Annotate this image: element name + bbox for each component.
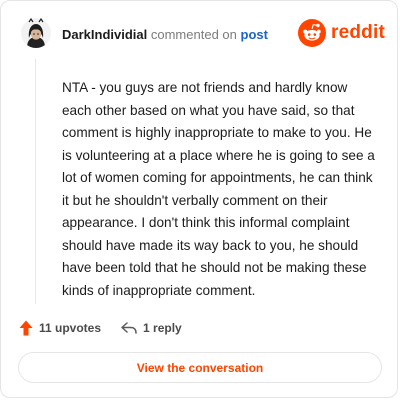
action-text: commented on xyxy=(150,27,237,42)
brand-wordmark: reddit xyxy=(331,22,385,43)
upvote-button[interactable]: 11 upvotes xyxy=(19,320,101,336)
upvote-arrow-icon xyxy=(19,320,33,336)
thread-line xyxy=(35,59,36,304)
reddit-logo-icon xyxy=(298,19,327,47)
comment-card: DarkIndividial commented on post reddit … xyxy=(0,0,398,398)
reply-button[interactable]: 1 reply xyxy=(121,321,182,335)
view-conversation-button[interactable]: View the conversation xyxy=(18,352,382,383)
reply-arrow-icon xyxy=(121,321,137,334)
comment-meta: DarkIndividial commented on post xyxy=(62,27,268,43)
comment-actions: 11 upvotes 1 reply xyxy=(19,319,182,337)
avatar[interactable] xyxy=(21,17,51,48)
avatar-icon xyxy=(21,17,51,48)
comment-body: NTA - you guys are not friends and hardl… xyxy=(62,80,375,298)
brand-logo[interactable]: reddit xyxy=(298,18,385,48)
post-link[interactable]: post xyxy=(241,27,268,42)
comment-header: DarkIndividial commented on post reddit xyxy=(21,17,385,52)
upvote-count: 11 upvotes xyxy=(39,321,102,335)
reply-count: 1 reply xyxy=(143,321,182,335)
username-link[interactable]: DarkIndividial xyxy=(62,27,147,42)
